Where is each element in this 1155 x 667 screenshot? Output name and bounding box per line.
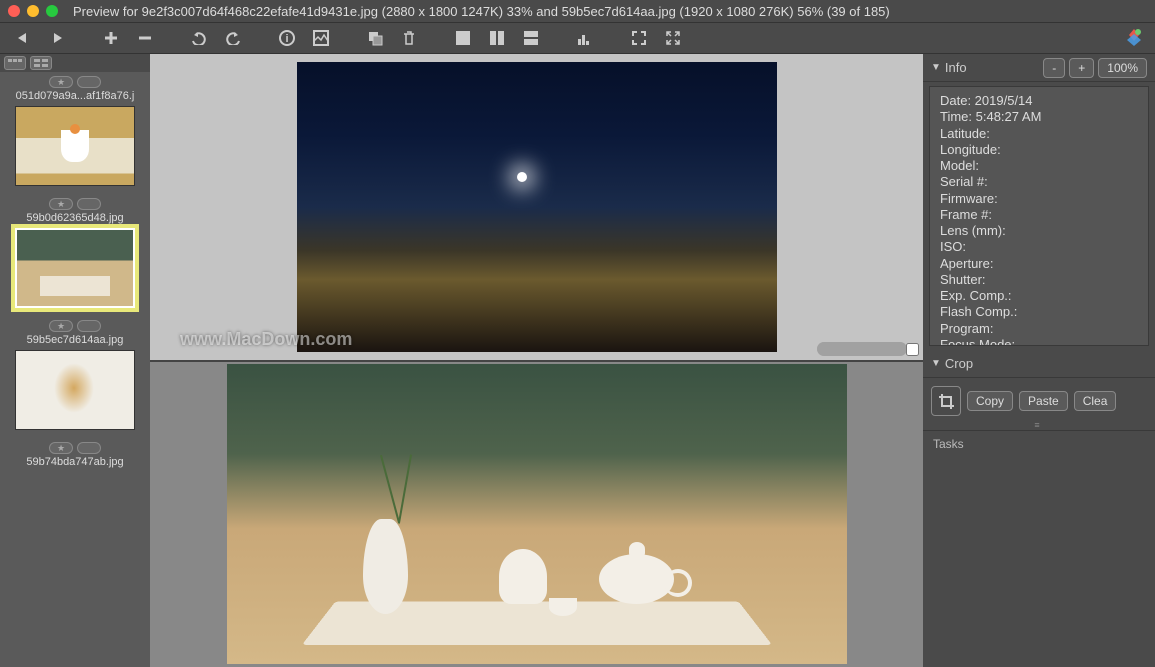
thumb-item[interactable]: ★ 59b0d62365d48.jpg [0, 194, 150, 316]
crop-tool-button[interactable] [931, 386, 961, 416]
remove-button[interactable] [132, 26, 158, 50]
info-row: Date: 2019/5/14 [940, 93, 1148, 109]
disclosure-icon: ▼ [931, 358, 941, 369]
info-body: Date: 2019/5/14 Time: 5:48:27 AM Latitud… [929, 86, 1149, 346]
thumb-item[interactable]: ★ 59b74bda747ab.jpg [0, 438, 150, 472]
thumb-image[interactable] [15, 350, 135, 430]
sidebar-view-compact[interactable] [4, 56, 26, 70]
fit-button[interactable] [626, 26, 652, 50]
info-row: Firmware: [940, 191, 1148, 207]
back-button[interactable] [10, 26, 36, 50]
tag-pill[interactable] [77, 76, 101, 88]
info-header-label: Info [945, 60, 967, 75]
tag-pill[interactable] [77, 198, 101, 210]
minimize-window[interactable] [27, 5, 39, 17]
image-viewer: www.MacDown.com [150, 54, 923, 667]
info-row: Exp. Comp.: [940, 288, 1148, 304]
star-pill[interactable]: ★ [49, 198, 73, 210]
info-row: Program: [940, 321, 1148, 337]
window-title: Preview for 9e2f3c007d64f468c22efafe41d9… [73, 4, 890, 19]
tag-pill[interactable] [77, 320, 101, 332]
view-dual-h[interactable] [518, 26, 544, 50]
thumb-filename: 051d079a9a...af1f8a76.j [0, 90, 150, 102]
trash-button[interactable] [396, 26, 422, 50]
image-button[interactable] [308, 26, 334, 50]
app-brand-icon [1123, 26, 1145, 51]
redo-button[interactable] [220, 26, 246, 50]
crop-clear-button[interactable]: Clea [1074, 391, 1117, 411]
info-row: Serial #: [940, 174, 1148, 190]
tag-pill[interactable] [77, 442, 101, 454]
viewer-pane-bottom[interactable] [150, 362, 923, 667]
fullscreen-button[interactable] [660, 26, 686, 50]
tasks-body [923, 457, 1155, 667]
info-row: Time: 5:48:27 AM [940, 109, 1148, 125]
view-dual-v[interactable] [484, 26, 510, 50]
thumb-filename: 59b0d62365d48.jpg [0, 212, 150, 224]
info-row: Aperture: [940, 256, 1148, 272]
thumb-item[interactable]: ★ 051d079a9a...af1f8a76.j [0, 72, 150, 194]
maximize-window[interactable] [46, 5, 58, 17]
zoom-100-button[interactable]: 100% [1098, 58, 1147, 78]
thumb-image-selected[interactable] [15, 228, 135, 308]
svg-text:i: i [285, 33, 288, 45]
crop-header[interactable]: ▼ Crop [923, 350, 1155, 378]
histogram-button[interactable] [572, 26, 598, 50]
close-window[interactable] [8, 5, 20, 17]
resize-grip[interactable]: ≡ [1034, 420, 1153, 430]
title-bar: Preview for 9e2f3c007d64f468c22efafe41d9… [0, 0, 1155, 22]
info-row: Latitude: [940, 126, 1148, 142]
viewer-pane-top[interactable] [150, 54, 923, 362]
thumb-filename: 59b74bda747ab.jpg [0, 456, 150, 468]
info-row: Focus Mode: [940, 337, 1148, 346]
pane-scrollbar[interactable] [817, 342, 907, 356]
disclosure-icon: ▼ [931, 62, 941, 73]
info-row: Flash Comp.: [940, 304, 1148, 320]
thumbnail-sidebar: ★ 051d079a9a...af1f8a76.j ★ 59b0d62365d4… [0, 54, 150, 667]
watermark-text: www.MacDown.com [180, 329, 352, 350]
add-button[interactable] [98, 26, 124, 50]
pane-lock-checkbox[interactable] [906, 343, 919, 356]
info-button[interactable]: i [274, 26, 300, 50]
info-row: Frame #: [940, 207, 1148, 223]
crop-paste-button[interactable]: Paste [1019, 391, 1068, 411]
crop-body: Copy Paste Clea ≡ [923, 378, 1155, 430]
info-row: Shutter: [940, 272, 1148, 288]
preview-image-bottom [227, 364, 847, 664]
info-row: Lens (mm): [940, 223, 1148, 239]
sidebar-view-grid[interactable] [30, 56, 52, 70]
forward-button[interactable] [44, 26, 70, 50]
thumb-filename: 59b5ec7d614aa.jpg [0, 334, 150, 346]
toolbar: i [0, 22, 1155, 54]
info-row: Model: [940, 158, 1148, 174]
copy-button[interactable] [362, 26, 388, 50]
crop-copy-button[interactable]: Copy [967, 391, 1013, 411]
crop-header-label: Crop [945, 356, 973, 371]
thumb-image[interactable] [15, 106, 135, 186]
info-header[interactable]: ▼ Info - + 100% [923, 54, 1155, 82]
star-pill[interactable]: ★ [49, 320, 73, 332]
zoom-out-button[interactable]: - [1043, 58, 1065, 78]
undo-button[interactable] [186, 26, 212, 50]
star-pill[interactable]: ★ [49, 442, 73, 454]
tasks-header: Tasks [923, 430, 1155, 457]
zoom-in-button[interactable]: + [1069, 58, 1094, 78]
info-panel: ▼ Info - + 100% Date: 2019/5/14 Time: 5:… [923, 54, 1155, 667]
info-row: ISO: [940, 239, 1148, 255]
star-pill[interactable]: ★ [49, 76, 73, 88]
preview-image-top [297, 62, 777, 352]
info-row: Longitude: [940, 142, 1148, 158]
thumb-item[interactable]: ★ 59b5ec7d614aa.jpg [0, 316, 150, 438]
view-single[interactable] [450, 26, 476, 50]
